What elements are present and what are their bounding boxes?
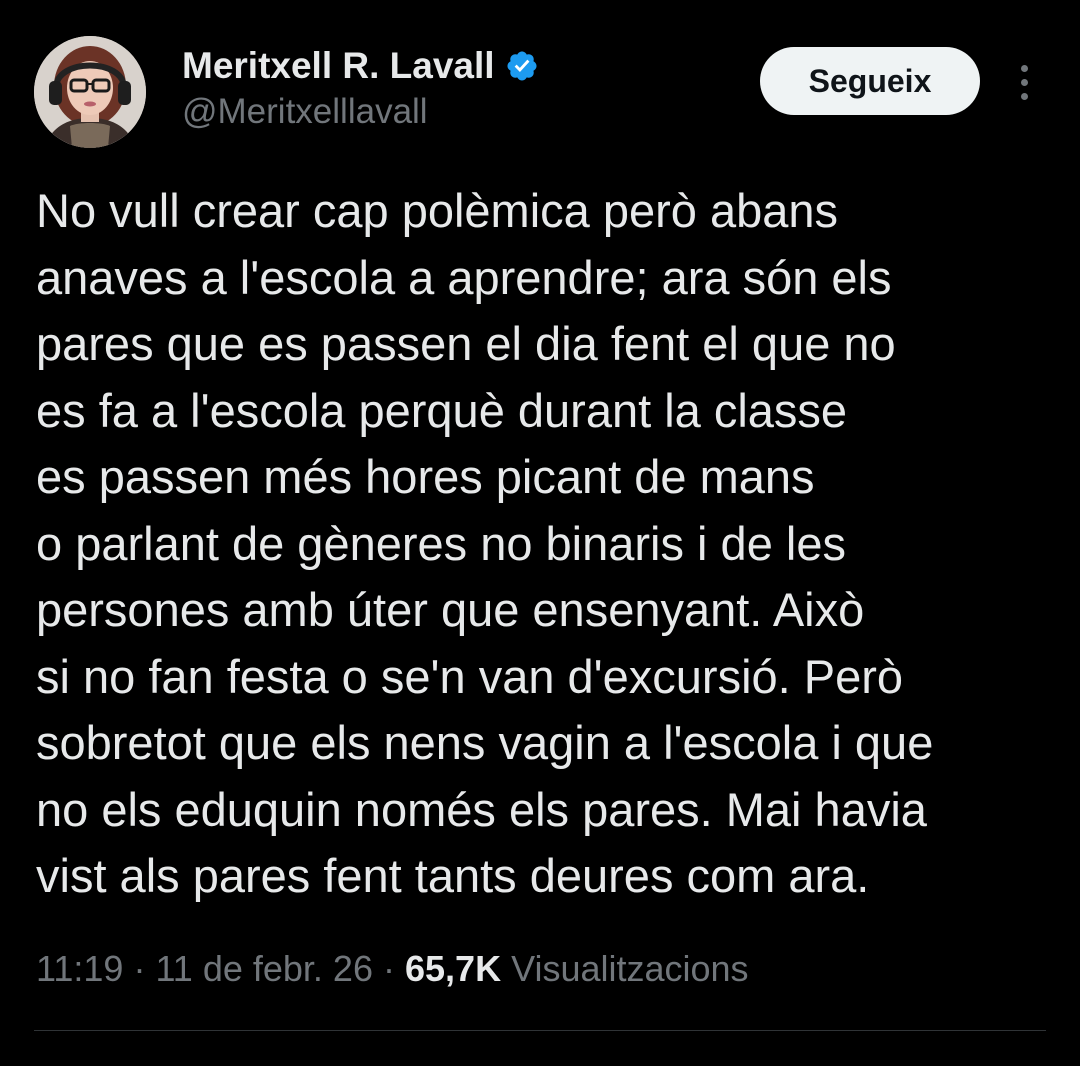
tweet-text-line: o parlant de gèneres no binaris i de les: [36, 516, 846, 570]
meta-separator: ·: [133, 948, 146, 989]
display-name-row: Meritxell R. Lavall: [182, 44, 539, 88]
more-vertical-icon: [1020, 64, 1028, 72]
views-label[interactable]: Visualitzacions: [511, 948, 748, 989]
divider: [34, 1030, 1046, 1031]
tweet-text-line: vist als pares fent tants deures com ara…: [36, 849, 870, 902]
tweet-text-line: sobretot que els nens vagin a l'escola i…: [36, 716, 934, 769]
tweet-text-line: pares que es passen el dia fent el que n…: [36, 317, 896, 370]
tweet-date[interactable]: 11 de febr. 26: [155, 948, 373, 989]
tweet-text-line: no els eduquin només els pares. Mai havi…: [36, 782, 927, 836]
author-handle[interactable]: @Meritxelllavall: [182, 92, 539, 132]
tweet-text-line: No vull crear cap polèmica però abans: [36, 184, 839, 237]
more-vertical-icon-dot: [1020, 92, 1028, 100]
avatar-photo-icon: [34, 36, 146, 148]
tweet-text-line: si no fan festa o se'n van d'excursió. P…: [36, 649, 904, 703]
tweet-text-line: es fa a l'escola perquè durant la classe: [36, 383, 848, 437]
author-display-name[interactable]: Meritxell R. Lavall: [182, 45, 495, 87]
author-avatar[interactable]: [34, 36, 146, 148]
follow-button[interactable]: Segueix: [760, 47, 980, 115]
verified-badge-icon[interactable]: [505, 49, 539, 83]
tweet-time[interactable]: 11:19: [36, 948, 123, 989]
more-vertical-icon-dot: [1020, 78, 1028, 86]
more-options-button[interactable]: [1010, 60, 1038, 104]
tweet-text-line: persones amb úter que ensenyant. Això: [36, 583, 865, 636]
tweet-text-line: anaves a l'escola a aprendre; ara són el…: [36, 250, 892, 304]
author-names: Meritxell R. Lavall @Meritxelllavall: [182, 44, 539, 132]
tweet-meta: 11:19 · 11 de febr. 26 · 65,7K Visualitz…: [36, 948, 749, 990]
tweet-text-line: es passen més hores picant de mans: [36, 450, 815, 503]
views-count[interactable]: 65,7K: [405, 948, 501, 989]
tweet-card: Meritxell R. Lavall @Meritxelllavall Seg…: [0, 0, 1080, 1066]
meta-separator: ·: [382, 948, 395, 989]
tweet-header: Meritxell R. Lavall @Meritxelllavall Seg…: [34, 36, 1050, 148]
tweet-text: No vull crear cap polèmica però abans an…: [36, 178, 1046, 910]
